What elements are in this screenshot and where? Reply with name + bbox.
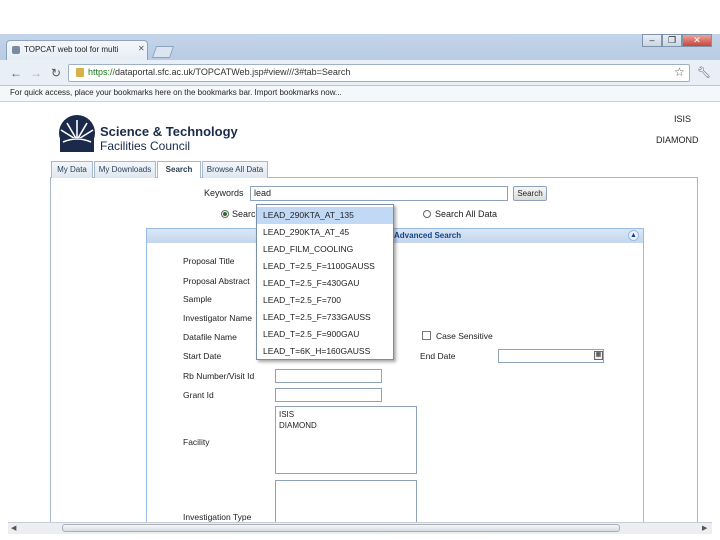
case-sensitive-checkbox[interactable] xyxy=(422,331,431,340)
search-my-data-radio[interactable] xyxy=(221,210,229,218)
url-text: https://dataportal.sfc.ac.uk/TOPCATWeb.j… xyxy=(88,67,351,77)
facility-link-diamond[interactable]: DIAMOND xyxy=(656,135,699,145)
autocomplete-item[interactable]: LEAD_T=2.5_F=700 xyxy=(257,292,393,309)
proposal-abstract-label: Proposal Abstract xyxy=(183,276,250,286)
sample-label: Sample xyxy=(183,294,212,304)
scroll-right-icon[interactable]: ▶ xyxy=(702,524,707,532)
facility-option-diamond[interactable]: DIAMOND xyxy=(279,420,413,431)
autocomplete-item[interactable]: LEAD_290KTA_AT_135 xyxy=(257,207,393,224)
tab-browse-all-data[interactable]: Browse All Data xyxy=(202,161,268,178)
close-tab-icon[interactable]: ✕ xyxy=(138,44,145,53)
lock-icon xyxy=(76,68,84,77)
search-all-data-label: Search All Data xyxy=(435,209,498,219)
tab-title: TOPCAT web tool for multi xyxy=(24,45,119,54)
advanced-search-title: Advanced Search xyxy=(394,231,462,240)
calendar-icon[interactable]: ▦ xyxy=(594,351,603,360)
stfc-logo-icon xyxy=(59,115,95,152)
facility-link-isis[interactable]: ISIS xyxy=(674,114,691,124)
tab-search[interactable]: Search xyxy=(157,161,201,179)
rb-number-label: Rb Number/Visit Id xyxy=(183,371,255,381)
search-all-data-radio[interactable] xyxy=(423,210,431,218)
scroll-left-icon[interactable]: ◀ xyxy=(11,524,16,532)
datafile-name-label: Datafile Name xyxy=(183,332,237,342)
scrollbar-thumb[interactable] xyxy=(62,524,620,532)
reload-icon[interactable]: ↻ xyxy=(51,66,61,80)
forward-icon[interactable]: → xyxy=(30,66,42,80)
investigation-type-list[interactable] xyxy=(275,480,417,524)
proposal-title-label: Proposal Title xyxy=(183,256,235,266)
autocomplete-item[interactable]: LEAD_T=2.5_F=1100GAUSS xyxy=(257,258,393,275)
back-icon[interactable]: ← xyxy=(10,66,22,80)
minimize-button[interactable]: – xyxy=(642,34,662,47)
autocomplete-item[interactable]: LEAD_T=2.5_F=430GAU xyxy=(257,275,393,292)
restore-button[interactable]: ❐ xyxy=(662,34,682,47)
search-button[interactable]: Search xyxy=(513,186,547,201)
autocomplete-item[interactable]: LEAD_T=6K_H=160GAUSS xyxy=(257,343,393,359)
facility-list[interactable]: ISIS DIAMOND xyxy=(275,406,417,474)
autocomplete-item[interactable]: LEAD_T=2.5_F=900GAU xyxy=(257,326,393,343)
investigation-type-label: Investigation Type xyxy=(183,512,252,522)
facility-option-isis[interactable]: ISIS xyxy=(279,409,413,420)
autocomplete-item[interactable]: LEAD_FILM_COOLING xyxy=(257,241,393,258)
org-name-line1: Science & Technology xyxy=(100,124,238,139)
favicon-icon xyxy=(12,46,20,54)
keywords-input[interactable]: lead xyxy=(250,186,508,201)
rb-number-input[interactable] xyxy=(275,369,382,383)
autocomplete-item[interactable]: LEAD_290KTA_AT_45 xyxy=(257,224,393,241)
close-window-button[interactable]: ✕ xyxy=(682,34,712,47)
end-date-label: End Date xyxy=(420,351,456,361)
investigator-name-label: Investigator Name xyxy=(183,313,252,323)
autocomplete-dropdown: LEAD_290KTA_AT_135 LEAD_290KTA_AT_45 LEA… xyxy=(256,204,394,360)
autocomplete-item[interactable]: LEAD_T=2.5_F=733GAUSS xyxy=(257,309,393,326)
window-controls: – ❐ ✕ xyxy=(642,34,712,48)
keywords-label: Keywords xyxy=(204,188,244,198)
org-name-line2: Facilities Council xyxy=(100,139,191,153)
tab-my-data[interactable]: My Data xyxy=(51,161,93,178)
facility-label: Facility xyxy=(183,437,210,447)
start-date-label: Start Date xyxy=(183,351,222,361)
grant-id-label: Grant Id xyxy=(183,390,214,400)
case-sensitive-label: Case Sensitive xyxy=(436,331,493,341)
tab-my-downloads[interactable]: My Downloads xyxy=(94,161,156,178)
bookmarks-bar-text[interactable]: For quick access, place your bookmarks h… xyxy=(10,88,342,97)
bookmark-star-icon[interactable]: ☆ xyxy=(674,65,685,79)
end-date-input[interactable] xyxy=(498,349,604,363)
wrench-icon[interactable]: 🔧︎ xyxy=(697,66,711,79)
collapse-panel-icon[interactable]: ▲ xyxy=(628,230,639,241)
grant-id-input[interactable] xyxy=(275,388,382,402)
